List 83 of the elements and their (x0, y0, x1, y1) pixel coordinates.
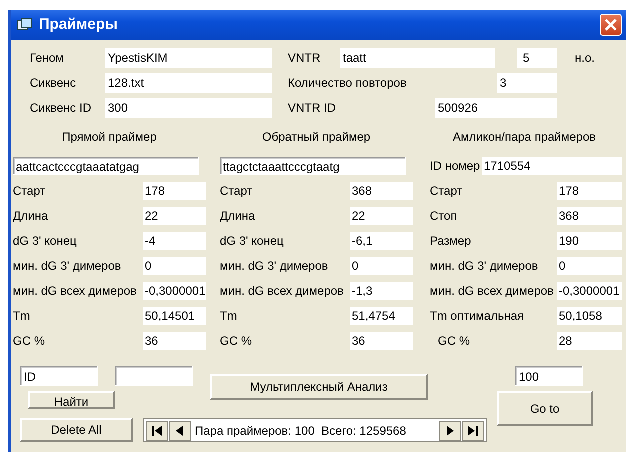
field-label: Длина (13, 208, 50, 225)
text-field[interactable]: YpestisKIM (105, 48, 272, 68)
value-field[interactable]: 190 (557, 232, 622, 250)
field-label: Tm (220, 308, 238, 325)
goto-field[interactable]: 100 (515, 366, 583, 386)
value-field[interactable]: 51,4754 (350, 307, 413, 325)
field-label: Tm оптимальная (429, 308, 526, 325)
sequence-field[interactable]: aattcactcccgtaaatatgag (13, 157, 199, 175)
field-label: мин. dG всех димеров (429, 283, 555, 300)
field-label: Стоп (429, 208, 458, 225)
field-label: GC % (437, 333, 472, 350)
field-label: Сиквенс (30, 75, 78, 92)
next-icon (444, 425, 456, 437)
field-label: Tm (13, 308, 32, 325)
delete-all-button[interactable]: Delete All (20, 418, 133, 442)
last-icon (467, 425, 479, 437)
text-field[interactable]: taatt (340, 48, 495, 68)
field-label: VNTR (288, 50, 322, 67)
value-field[interactable]: 0 (143, 257, 206, 275)
field-label: GC % (220, 333, 254, 350)
field-label: Геном (30, 50, 65, 67)
first-icon (151, 425, 163, 437)
window-title: Праймеры (39, 14, 119, 35)
value-field[interactable]: 368 (557, 207, 622, 225)
section-title: Амликон/пара праймеров (452, 129, 598, 145)
previous-icon (174, 425, 186, 437)
value-field[interactable]: 50,1058 (557, 307, 622, 325)
value-field[interactable]: -1,3 (350, 282, 413, 300)
text-field[interactable]: 300 (105, 98, 272, 118)
text-field[interactable]: 500926 (435, 98, 557, 118)
field-label: Старт (13, 183, 47, 200)
value-field[interactable]: -0,3000001 (143, 282, 206, 300)
sequence-field[interactable]: ttagctctaaattcccgtaatg (220, 157, 406, 175)
field-label: ID номер (430, 158, 482, 175)
text-field[interactable]: 5 (517, 48, 557, 68)
value-field[interactable]: 50,14501 (143, 307, 206, 325)
multiplex-analysis-button[interactable]: Мультиплексный Анализ (210, 374, 428, 400)
field-label: мин. dG всех димеров (220, 283, 345, 300)
app-icon (17, 18, 33, 32)
previous-button[interactable] (169, 421, 191, 441)
field-label: GC % (13, 333, 46, 350)
value-field[interactable]: 36 (143, 332, 206, 350)
id-field[interactable]: ID (20, 366, 98, 386)
text-field[interactable]: 3 (497, 73, 557, 93)
goto-button[interactable]: Go to (497, 391, 593, 426)
close-icon (604, 18, 618, 32)
field-label: Старт (429, 183, 464, 200)
first-button[interactable] (146, 421, 168, 441)
text-field[interactable] (115, 366, 193, 386)
next-button[interactable] (439, 421, 461, 441)
value-field[interactable]: -0,3000001 (557, 282, 622, 300)
value-field[interactable]: -4 (143, 232, 206, 250)
last-button[interactable] (462, 421, 484, 441)
record-counter: Пара праймеров: 100 Всего: 1259568 (194, 423, 408, 440)
value-field[interactable]: 36 (350, 332, 413, 350)
field-label: Количество повторов (288, 75, 408, 92)
field-label: Сиквенс ID (30, 100, 92, 117)
value-field[interactable]: 22 (143, 207, 206, 225)
find-button[interactable]: Найти (28, 391, 115, 409)
value-field[interactable]: 0 (350, 257, 413, 275)
value-field[interactable]: 178 (143, 182, 206, 200)
field-label: Длина (220, 208, 256, 225)
field-label: мин. dG 3' димеров (220, 258, 330, 275)
field-label: Размер (429, 233, 472, 250)
value-field[interactable]: -6,1 (350, 232, 413, 250)
text-field[interactable]: 1710554 (482, 157, 622, 175)
field-label: мин. dG всех димеров (13, 283, 138, 300)
value-field[interactable]: 22 (350, 207, 413, 225)
field-label: Старт (220, 183, 254, 200)
value-field[interactable]: 28 (557, 332, 622, 350)
section-title: Обратный праймер (261, 129, 372, 145)
field-label: мин. dG 3' димеров (13, 258, 122, 275)
value-field[interactable]: 368 (350, 182, 413, 200)
value-field[interactable]: 178 (557, 182, 622, 200)
text-field[interactable]: 128.txt (105, 73, 272, 93)
field-label: VNTR ID (288, 100, 337, 117)
field-label: мин. dG 3' димеров (429, 258, 540, 275)
unit-label: н.о. (575, 50, 595, 67)
section-title: Прямой праймер (61, 129, 158, 145)
field-label: dG 3' конец (220, 233, 285, 250)
close-button[interactable] (600, 14, 622, 36)
field-label: dG 3' конец (13, 233, 78, 250)
value-field[interactable]: 0 (557, 257, 622, 275)
